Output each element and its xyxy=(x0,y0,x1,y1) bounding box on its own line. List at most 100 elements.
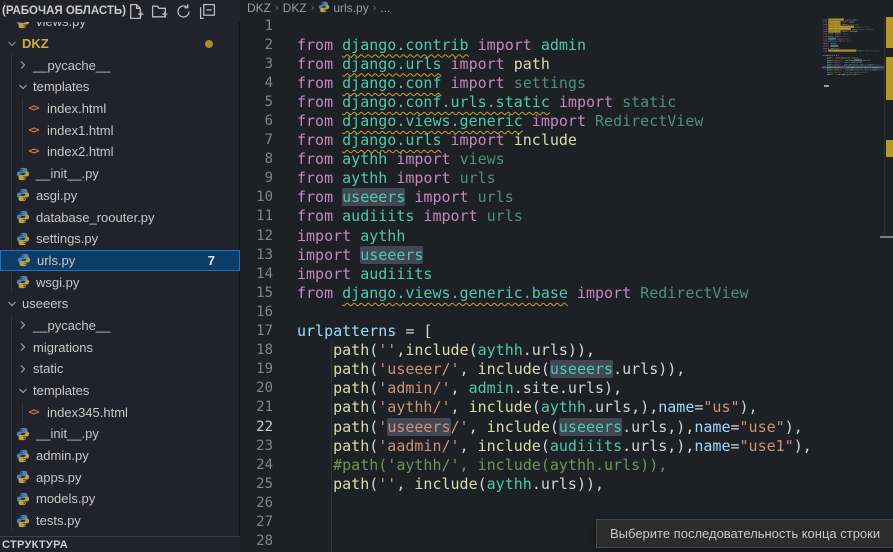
line-number[interactable]: 16 xyxy=(241,304,273,320)
file-asgi.py[interactable]: asgi.py xyxy=(0,185,240,207)
code-line[interactable]: 15from django.views.generic.base import … xyxy=(241,283,893,302)
folder-templates[interactable]: templates xyxy=(0,76,240,98)
folder-migrations[interactable]: migrations xyxy=(0,336,240,358)
collapse-folders-icon[interactable] xyxy=(199,3,216,20)
chevron-right-icon[interactable] xyxy=(15,317,31,333)
chevron-right-icon[interactable] xyxy=(15,339,31,355)
folder-__pycache__[interactable]: __pycache__ xyxy=(0,54,240,76)
line-number[interactable]: 24 xyxy=(241,457,273,473)
code-token: ' xyxy=(378,418,387,436)
code-line[interactable]: 17urlpatterns = [ xyxy=(241,322,893,341)
code-line[interactable]: 22 path('useeers/', include(useeers.urls… xyxy=(241,417,893,436)
code-line[interactable]: 16 xyxy=(241,302,893,321)
line-number[interactable]: 12 xyxy=(241,228,273,244)
breadcrumb-item[interactable]: urls.py xyxy=(318,1,368,16)
line-number[interactable]: 4 xyxy=(241,75,273,91)
folder-__pycache__[interactable]: __pycache__ xyxy=(0,315,240,337)
code-line[interactable]: 5from django.conf.urls.static import sta… xyxy=(241,92,893,111)
line-number[interactable]: 1 xyxy=(241,18,273,34)
code-line[interactable]: 18 path('',include(aythh.urls)), xyxy=(241,341,893,360)
line-number[interactable]: 13 xyxy=(241,247,273,263)
chevron-right-icon[interactable] xyxy=(15,57,31,73)
file-models.py[interactable]: models.py xyxy=(0,488,240,510)
explorer-section-header[interactable]: (РАБОЧАЯ ОБЛАСТЬ) ... xyxy=(0,0,240,22)
line-number[interactable]: 10 xyxy=(241,189,273,205)
code-line[interactable]: 9from aythh import urls xyxy=(241,169,893,188)
refresh-icon[interactable] xyxy=(175,3,192,20)
code-line[interactable]: 20 path('admin/', admin.site.urls), xyxy=(241,379,893,398)
file-database_roouter.py[interactable]: database_roouter.py xyxy=(0,206,240,228)
code-line[interactable]: 1 xyxy=(241,16,893,35)
line-number[interactable]: 11 xyxy=(241,208,273,224)
code-line[interactable]: 14import audiiits xyxy=(241,264,893,283)
code-line[interactable]: 23 path('aadmin/', include(audiiits.urls… xyxy=(241,436,893,455)
code-line[interactable]: 7from django.urls import include xyxy=(241,131,893,150)
file-urls.py[interactable]: urls.py7 xyxy=(0,250,240,272)
line-number[interactable]: 2 xyxy=(241,37,273,53)
line-number[interactable]: 14 xyxy=(241,266,273,282)
line-number[interactable]: 22 xyxy=(241,419,273,435)
file-tests.py[interactable]: tests.py xyxy=(0,510,240,532)
code-line[interactable]: 12import aythh xyxy=(241,226,893,245)
line-number[interactable]: 6 xyxy=(241,113,273,129)
code-line[interactable]: 26 xyxy=(241,493,893,512)
code-area[interactable]: 12from django.contrib import admin 3 from … xyxy=(241,16,893,551)
code-line[interactable]: 10from useeers import urls xyxy=(241,188,893,207)
code-token: from xyxy=(297,55,342,73)
line-number[interactable]: 25 xyxy=(241,476,273,492)
code-line[interactable]: 25 path('', include(aythh.urls)), xyxy=(241,474,893,493)
file-settings.py[interactable]: settings.py xyxy=(0,228,240,250)
chevron-right-icon[interactable] xyxy=(15,361,31,377)
file-index1.html[interactable]: <>index1.html xyxy=(0,119,240,141)
code-line[interactable]: 13import useeers xyxy=(241,245,893,264)
outline-section-header[interactable]: СТРУКТУРА xyxy=(0,536,240,552)
minimap[interactable]: from django.contrib import adminfrom dja… xyxy=(822,16,884,186)
code-line[interactable]: 19 path('useeer/', include(useeers.urls)… xyxy=(241,360,893,379)
file-index2.html[interactable]: <>index2.html xyxy=(0,141,240,163)
breadcrumb-item[interactable]: ... xyxy=(380,1,390,15)
line-number[interactable]: 9 xyxy=(241,170,273,186)
code-line[interactable]: 8from aythh import views xyxy=(241,150,893,169)
code-line[interactable]: 6from django.views.generic import Redire… xyxy=(241,111,893,130)
file-__init__.py[interactable]: __init__.py xyxy=(0,163,240,185)
line-number[interactable]: 23 xyxy=(241,438,273,454)
line-number[interactable]: 17 xyxy=(241,323,273,339)
code-line[interactable]: 21 path('aythh/', include(aythh.urls,),n… xyxy=(241,398,893,417)
chevron-down-icon[interactable] xyxy=(15,79,31,95)
file-wsgi.py[interactable]: wsgi.py xyxy=(0,271,240,293)
code-line[interactable]: 4from django.conf import settings xyxy=(241,73,893,92)
line-number[interactable]: 26 xyxy=(241,495,273,511)
breadcrumb-item[interactable]: DKZ xyxy=(247,1,271,15)
scrollbar-position-line[interactable] xyxy=(880,236,893,238)
file-admin.py[interactable]: admin.py xyxy=(0,445,240,467)
line-number[interactable]: 20 xyxy=(241,380,273,396)
file-__init__.py[interactable]: __init__.py xyxy=(0,423,240,445)
line-number[interactable]: 3 xyxy=(241,56,273,72)
folder-DKZ[interactable]: DKZ xyxy=(0,33,240,55)
file-apps.py[interactable]: apps.py xyxy=(0,466,240,488)
chevron-down-icon[interactable] xyxy=(15,383,31,399)
line-number[interactable]: 19 xyxy=(241,361,273,377)
line-number[interactable]: 15 xyxy=(241,285,273,301)
folder-static[interactable]: static xyxy=(0,358,240,380)
code-line[interactable]: 3from django.urls import path xyxy=(241,54,893,73)
line-number[interactable]: 27 xyxy=(241,514,273,530)
new-file-icon[interactable] xyxy=(127,3,144,20)
code-line[interactable]: 24 #path('aythh/', include(aythh.urls)), xyxy=(241,455,893,474)
folder-templates[interactable]: templates xyxy=(0,380,240,402)
chevron-down-icon[interactable] xyxy=(4,296,20,312)
new-folder-icon[interactable] xyxy=(151,3,168,20)
line-number[interactable]: 5 xyxy=(241,94,273,110)
breadcrumb-item[interactable]: DKZ xyxy=(283,1,307,15)
line-number[interactable]: 21 xyxy=(241,399,273,415)
folder-useeers[interactable]: useeers xyxy=(0,293,240,315)
code-line[interactable]: 11from audiiits import urls xyxy=(241,207,893,226)
file-index.html[interactable]: <>index.html xyxy=(0,98,240,120)
line-number[interactable]: 18 xyxy=(241,342,273,358)
chevron-down-icon[interactable] xyxy=(4,36,20,52)
line-number[interactable]: 8 xyxy=(241,151,273,167)
line-number[interactable]: 7 xyxy=(241,132,273,148)
line-number[interactable]: 28 xyxy=(241,533,273,549)
code-line[interactable]: 2from django.contrib import admin xyxy=(241,35,893,54)
file-index345.html[interactable]: <>index345.html xyxy=(0,401,240,423)
